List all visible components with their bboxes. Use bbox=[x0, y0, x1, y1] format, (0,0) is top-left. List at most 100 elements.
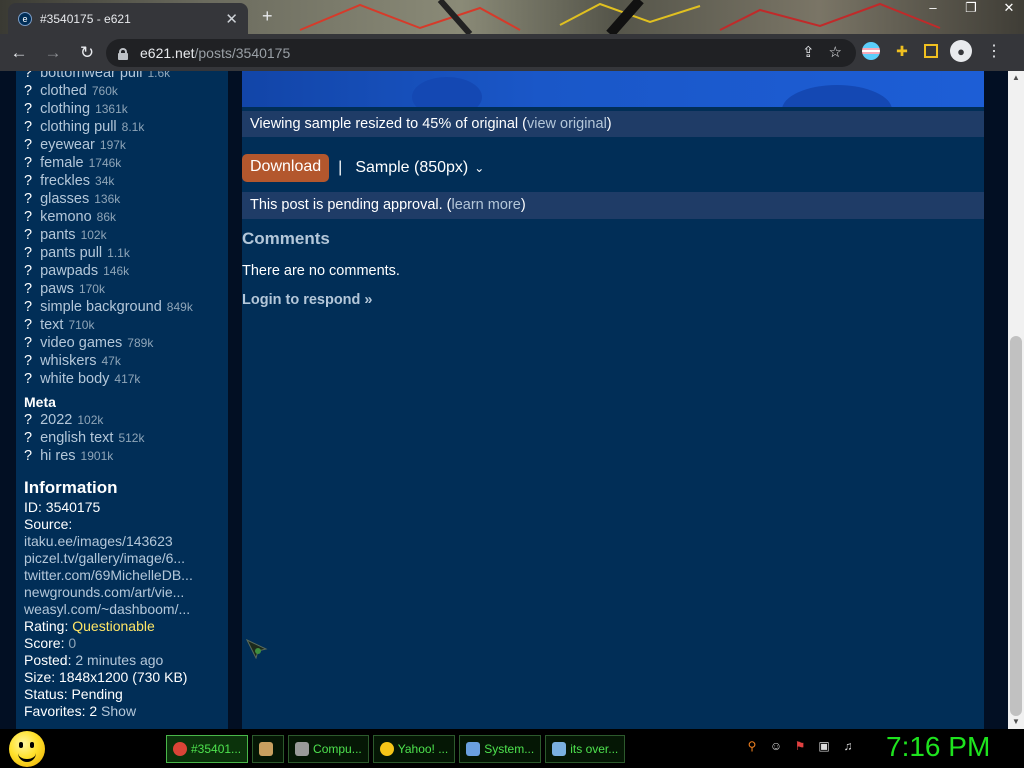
reload-icon[interactable]: ↻ bbox=[72, 38, 102, 68]
task-chrome[interactable]: #35401... bbox=[166, 735, 249, 763]
forward-arrow-icon[interactable]: → bbox=[38, 38, 68, 68]
tag-link[interactable]: pawpads bbox=[40, 263, 98, 279]
source-link[interactable]: piczel.tv/gallery/image/6... bbox=[24, 550, 185, 566]
extensions-puzzle-icon[interactable]: ✚ bbox=[892, 41, 912, 61]
source-link[interactable]: newgrounds.com/art/vie... bbox=[24, 584, 184, 600]
volume-icon[interactable]: ♫ bbox=[840, 739, 856, 755]
tag-wiki-link[interactable]: ? bbox=[24, 245, 32, 261]
tag-wiki-link[interactable]: ? bbox=[24, 317, 32, 333]
tag-link[interactable]: pants bbox=[40, 227, 75, 243]
tag-link[interactable]: clothing pull bbox=[40, 119, 117, 135]
tag-link[interactable]: kemono bbox=[40, 209, 92, 225]
tag-wiki-link[interactable]: ? bbox=[24, 227, 32, 243]
kebab-menu-icon[interactable]: ⋮ bbox=[984, 41, 1004, 61]
tag-wiki-link[interactable]: ? bbox=[24, 353, 32, 369]
tag-link[interactable]: bottomwear pull bbox=[40, 71, 142, 81]
scroll-up-arrow-icon[interactable]: ▲ bbox=[1008, 71, 1024, 85]
pending-approval-notice: This post is pending approval. (learn mo… bbox=[242, 192, 984, 219]
tag-link[interactable]: paws bbox=[40, 281, 74, 297]
tag-wiki-link[interactable]: ? bbox=[24, 281, 32, 297]
new-tab-icon[interactable]: + bbox=[262, 6, 273, 27]
source-link[interactable]: weasyl.com/~dashboom/... bbox=[24, 601, 190, 617]
tag-wiki-link[interactable]: ? bbox=[24, 371, 32, 387]
tag-wiki-link[interactable]: ? bbox=[24, 83, 32, 99]
download-button[interactable]: Download bbox=[242, 154, 330, 182]
tag-link[interactable]: freckles bbox=[40, 173, 90, 189]
task-app[interactable] bbox=[252, 735, 285, 763]
tag-link[interactable]: 2022 bbox=[40, 412, 72, 428]
scrollbar-thumb[interactable] bbox=[1010, 336, 1022, 716]
tag-wiki-link[interactable]: ? bbox=[24, 71, 32, 81]
profile-avatar-icon[interactable]: ● bbox=[950, 40, 972, 62]
show-favorites-link[interactable]: Show bbox=[101, 703, 136, 719]
task-system[interactable]: System... bbox=[459, 735, 542, 763]
messenger-icon[interactable]: ☺ bbox=[768, 739, 784, 755]
tag-link[interactable]: text bbox=[40, 317, 63, 333]
sample-size-select[interactable]: Sample (850px) ⌄ bbox=[355, 159, 485, 177]
source-link[interactable]: itaku.ee/images/143623 bbox=[24, 533, 173, 549]
browser-tab[interactable]: e #3540175 - e621 ✕ bbox=[8, 3, 248, 34]
tag-wiki-link[interactable]: ? bbox=[24, 191, 32, 207]
tag-item: ? white body 417k bbox=[24, 370, 228, 388]
tag-wiki-link[interactable]: ? bbox=[24, 155, 32, 171]
tag-wiki-link[interactable]: ? bbox=[24, 412, 32, 428]
tag-link[interactable]: hi res bbox=[40, 448, 75, 464]
tag-link[interactable]: white body bbox=[40, 371, 109, 387]
tag-link[interactable]: clothed bbox=[40, 83, 87, 99]
tag-link[interactable]: english text bbox=[40, 430, 113, 446]
task-notepad[interactable]: its over... bbox=[545, 735, 626, 763]
task-yahoo[interactable]: Yahoo! ... bbox=[372, 735, 456, 763]
page-scrollbar[interactable]: ▲ ▼ bbox=[1008, 71, 1024, 729]
tag-wiki-link[interactable]: ? bbox=[24, 119, 32, 135]
flag-icon[interactable]: ⚑ bbox=[792, 739, 808, 755]
maximize-button[interactable]: ❐ bbox=[962, 0, 980, 16]
task-computer[interactable]: Compu... bbox=[288, 735, 369, 763]
posted-time-link[interactable]: 2 minutes ago bbox=[75, 652, 163, 668]
tag-link[interactable]: whiskers bbox=[40, 353, 96, 369]
tag-wiki-link[interactable]: ? bbox=[24, 101, 32, 117]
tag-link[interactable]: clothing bbox=[40, 101, 90, 117]
scroll-down-arrow-icon[interactable]: ▼ bbox=[1008, 715, 1024, 729]
tag-wiki-link[interactable]: ? bbox=[24, 299, 32, 315]
tag-wiki-link[interactable]: ? bbox=[24, 263, 32, 279]
search-icon[interactable]: ⚲ bbox=[744, 739, 760, 755]
download-row: Download | Sample (850px) ⌄ bbox=[242, 154, 485, 182]
task-label: its over... bbox=[570, 742, 619, 756]
tag-wiki-link[interactable]: ? bbox=[24, 335, 32, 351]
network-icon[interactable]: ▣ bbox=[816, 739, 832, 755]
tag-wiki-link[interactable]: ? bbox=[24, 137, 32, 153]
score-label: Score: bbox=[24, 635, 65, 651]
tag-wiki-link[interactable]: ? bbox=[24, 209, 32, 225]
task-label: System... bbox=[484, 742, 535, 756]
tag-wiki-link[interactable]: ? bbox=[24, 430, 32, 446]
tag-link[interactable]: simple background bbox=[40, 299, 162, 315]
tag-link[interactable]: eyewear bbox=[40, 137, 95, 153]
tag-link[interactable]: female bbox=[40, 155, 84, 171]
view-original-link[interactable]: view original bbox=[527, 116, 607, 132]
pride-flag-extension-icon[interactable] bbox=[862, 42, 880, 60]
close-tab-icon[interactable]: ✕ bbox=[225, 10, 238, 28]
tag-link[interactable]: video games bbox=[40, 335, 122, 351]
tag-item: ? video games 789k bbox=[24, 334, 228, 352]
tag-wiki-link[interactable]: ? bbox=[24, 448, 32, 464]
bookmark-star-icon[interactable]: ☆ bbox=[829, 43, 842, 61]
tag-link[interactable]: pants pull bbox=[40, 245, 102, 261]
back-arrow-icon[interactable]: ← bbox=[4, 38, 34, 68]
share-icon[interactable]: ⇪ bbox=[802, 43, 815, 61]
close-window-button[interactable]: ✕ bbox=[1000, 0, 1018, 16]
side-panel-icon[interactable] bbox=[924, 44, 938, 58]
minimize-button[interactable]: – bbox=[924, 0, 942, 16]
post-image[interactable] bbox=[242, 71, 984, 107]
task-buttons: #35401... Compu... Yahoo! ... System... … bbox=[166, 735, 626, 763]
tag-item: ? clothing pull 8.1k bbox=[24, 118, 228, 136]
learn-more-link[interactable]: learn more bbox=[452, 197, 521, 213]
address-bar[interactable]: e621.net/posts/3540175 ⇪ ☆ bbox=[106, 39, 856, 67]
resize-notice: Viewing sample resized to 45% of origina… bbox=[242, 111, 984, 137]
tag-wiki-link[interactable]: ? bbox=[24, 173, 32, 189]
taskbar-clock[interactable]: 7:16 PM bbox=[886, 731, 990, 763]
source-link[interactable]: twitter.com/69MichelleDB... bbox=[24, 567, 193, 583]
tag-item: ? pawpads 146k bbox=[24, 262, 228, 280]
start-smiley-icon[interactable] bbox=[9, 731, 45, 767]
tag-link[interactable]: glasses bbox=[40, 191, 89, 207]
login-to-respond-link[interactable]: Login to respond » bbox=[242, 292, 373, 308]
